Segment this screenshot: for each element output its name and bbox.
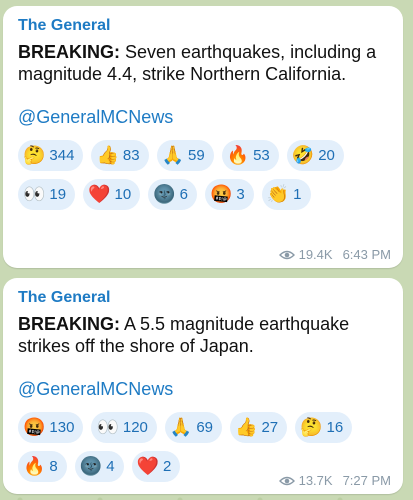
reaction-count: 83 bbox=[122, 147, 140, 164]
reaction-chip[interactable]: 🤔 16 bbox=[295, 412, 353, 443]
thumbs-up-icon: 👍 bbox=[235, 416, 258, 438]
sender-name[interactable]: The General bbox=[18, 17, 393, 35]
cursing-face-icon: 🤬 bbox=[23, 416, 46, 438]
reaction-chip[interactable]: 🔥 8 bbox=[18, 451, 67, 482]
reaction-count: 344 bbox=[49, 147, 75, 164]
new-moon-face-icon: 🌚 bbox=[153, 183, 176, 205]
message-headline: BREAKING: bbox=[18, 42, 120, 62]
fire-icon: 🔥 bbox=[23, 455, 46, 477]
reaction-count: 130 bbox=[49, 419, 75, 436]
eye-icon bbox=[278, 476, 295, 485]
reaction-chip[interactable]: 👍 27 bbox=[230, 412, 288, 443]
thinking-face-icon: 🤔 bbox=[300, 416, 323, 438]
message-time: 6:43 PM bbox=[342, 247, 391, 262]
clapping-hands-icon: 👏 bbox=[266, 183, 290, 205]
reactions-bar: 🤬 130 👀 120 🙏 69 👍 27 🤔 16 🔥 8 🌚 4 ❤️ 2 bbox=[18, 412, 398, 482]
reaction-chip[interactable]: 👀 19 bbox=[18, 179, 76, 210]
reaction-chip[interactable]: 👀 120 bbox=[91, 412, 157, 443]
new-moon-face-icon: 🌚 bbox=[79, 455, 103, 477]
reaction-count: 6 bbox=[179, 186, 188, 203]
folded-hands-icon: 🙏 bbox=[161, 144, 184, 166]
reaction-chip[interactable]: 👏 1 bbox=[261, 179, 311, 210]
thumbs-up-icon: 👍 bbox=[96, 144, 119, 166]
reaction-chip[interactable]: ❤️ 2 bbox=[131, 451, 181, 482]
reaction-chip[interactable]: 🤣 20 bbox=[286, 140, 344, 171]
reaction-count: 120 bbox=[122, 419, 148, 436]
reaction-chip[interactable]: 🔥 53 bbox=[221, 140, 279, 171]
reaction-count: 20 bbox=[318, 147, 335, 164]
cursing-face-icon: 🤬 bbox=[209, 183, 233, 205]
message-time: 7:27 PM bbox=[342, 473, 391, 488]
reaction-chip[interactable]: 🤔 344 bbox=[18, 140, 84, 171]
folded-hands-icon: 🙏 bbox=[169, 416, 193, 438]
reaction-chip[interactable]: 👍 83 bbox=[91, 140, 149, 171]
reaction-chip[interactable]: 🤬 130 bbox=[18, 412, 84, 443]
message-text: BREAKING: A 5.5 magnitude earthquake str… bbox=[18, 313, 393, 357]
eye-icon bbox=[278, 250, 295, 259]
reaction-count: 59 bbox=[187, 147, 205, 164]
reaction-chip[interactable]: 🙏 69 bbox=[164, 412, 223, 443]
view-count: 13.7K bbox=[298, 473, 333, 488]
reactions-bar: 🤔 344 👍 83 🙏 59 🔥 53 🤣 20 👀 19 ❤️ 10 🌚 6 🤬 3 👏 1 bbox=[18, 140, 398, 210]
eyes-icon: 👀 bbox=[23, 183, 46, 205]
message-text: BREAKING: Seven earthquakes, including a… bbox=[18, 41, 393, 85]
reaction-count: 2 bbox=[162, 458, 172, 475]
reaction-count: 27 bbox=[261, 419, 279, 436]
red-heart-icon: ❤️ bbox=[88, 183, 111, 205]
channel-handle-link[interactable]: @GeneralMCNews bbox=[18, 107, 393, 128]
reaction-count: 69 bbox=[196, 419, 214, 436]
message-meta: 19.4K 6:43 PM bbox=[278, 247, 391, 262]
message-bubble[interactable]: The General BREAKING: Seven earthquakes,… bbox=[3, 6, 403, 268]
reaction-count: 53 bbox=[253, 147, 270, 164]
eyes-icon: 👀 bbox=[96, 416, 119, 438]
reaction-chip[interactable]: 🌚 4 bbox=[74, 451, 124, 482]
reaction-chip[interactable]: 🤬 3 bbox=[204, 179, 254, 210]
fire-icon: 🔥 bbox=[226, 144, 250, 166]
reaction-chip[interactable]: ❤️ 10 bbox=[83, 179, 141, 210]
message-meta: 13.7K 7:27 PM bbox=[278, 473, 391, 488]
channel-handle-link[interactable]: @GeneralMCNews bbox=[18, 379, 393, 400]
reaction-count: 3 bbox=[236, 186, 245, 203]
reaction-count: 19 bbox=[49, 186, 67, 203]
message-headline: BREAKING: bbox=[18, 314, 120, 334]
reaction-chip[interactable]: 🌚 6 bbox=[148, 179, 197, 210]
reaction-count: 1 bbox=[293, 186, 302, 203]
reaction-count: 8 bbox=[49, 458, 58, 475]
reaction-count: 16 bbox=[326, 419, 344, 436]
reaction-count: 4 bbox=[106, 458, 115, 475]
view-count: 19.4K bbox=[298, 247, 333, 262]
reaction-count: 10 bbox=[114, 186, 132, 203]
thinking-face-icon: 🤔 bbox=[23, 144, 46, 166]
sender-name[interactable]: The General bbox=[18, 289, 393, 307]
rofl-icon: 🤣 bbox=[291, 144, 315, 166]
message-bubble[interactable]: The General BREAKING: A 5.5 magnitude ea… bbox=[3, 278, 403, 494]
reaction-chip[interactable]: 🙏 59 bbox=[156, 140, 214, 171]
red-heart-icon: ❤️ bbox=[136, 455, 159, 477]
